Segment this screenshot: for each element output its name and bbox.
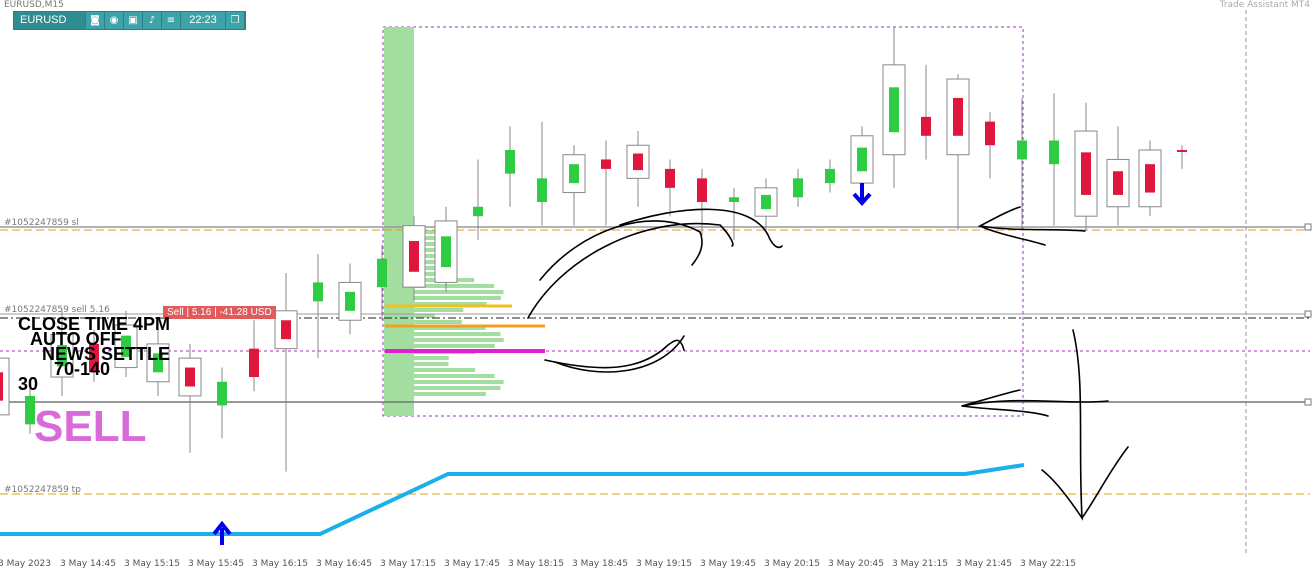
time-tick: 3 May 16:45: [316, 559, 372, 569]
candle-inner: [185, 367, 195, 387]
candle-body: [985, 121, 995, 146]
time-tick: 3 May 19:15: [636, 559, 692, 569]
candlesticks: [0, 27, 1187, 472]
sl-handle[interactable]: [1304, 223, 1312, 231]
volume-bar: [414, 380, 504, 384]
volume-profile-block: [384, 27, 414, 416]
volume-bar: [414, 308, 464, 312]
candle-body: [729, 197, 739, 203]
volume-bar: [414, 356, 449, 360]
candle-body: [249, 348, 259, 378]
time-tick: 3 May 20:15: [764, 559, 820, 569]
candle-body: [473, 206, 483, 217]
volume-bar: [414, 392, 486, 396]
entry-handle[interactable]: [1304, 310, 1312, 318]
candle-body: [601, 159, 611, 169]
candle-body: [1017, 140, 1027, 160]
chart-title: EURUSD,M15: [4, 0, 64, 10]
time-tick: 3 May 15:15: [124, 559, 180, 569]
time-tick: 3 May 21:45: [956, 559, 1012, 569]
time-tick: 3 May 18:45: [572, 559, 628, 569]
candle-inner: [345, 291, 355, 311]
note-range: 70-140: [54, 359, 111, 379]
sell-arrow-icon: [852, 183, 872, 207]
candle-inner: [569, 164, 579, 184]
sell-text: SELL: [34, 402, 147, 451]
order-badge[interactable]: Sell | 5.16 | -41.28 USD: [163, 306, 276, 319]
time-tick: 3 May 21:15: [892, 559, 948, 569]
blue-trend-line: [0, 463, 1025, 536]
candle-body: [313, 282, 323, 302]
candle-inner: [1145, 164, 1155, 193]
session-box[interactable]: [382, 26, 1024, 417]
candle-body: [1049, 140, 1059, 165]
camera-icon[interactable]: ◙: [86, 12, 105, 29]
volume-bar: [414, 332, 501, 336]
symbol-button[interactable]: EURUSD: [14, 12, 86, 29]
candle-inner: [1081, 152, 1091, 195]
volume-bar: [414, 362, 449, 366]
candle-body: [505, 149, 515, 174]
candle-body: [537, 178, 547, 203]
trade-assistant-label[interactable]: Trade Assistant MT4: [1220, 0, 1310, 10]
time-tick: 3 May 19:45: [700, 559, 756, 569]
candle-inner: [633, 153, 643, 171]
candle-inner: [0, 372, 3, 401]
time-tick: 3 May 14:45: [60, 559, 116, 569]
volume-bar: [414, 284, 495, 288]
menu-icon[interactable]: ≡: [162, 12, 181, 29]
candle-body: [825, 168, 835, 184]
candle-inner: [441, 236, 451, 268]
candle-body: [697, 178, 707, 203]
window-icon[interactable]: ❐: [226, 12, 245, 29]
candle-inner: [1113, 171, 1123, 195]
note-thirty: 30: [18, 374, 39, 394]
volume-profile: [414, 230, 504, 396]
eye-icon[interactable]: ◉: [105, 12, 124, 29]
candle-inner: [281, 320, 291, 340]
volume-bar: [414, 386, 501, 390]
candle-body: [921, 116, 931, 136]
time-tick: 3 May 15:45: [188, 559, 244, 569]
candle-inner: [857, 147, 867, 172]
time-tick: 3 May 18:15: [508, 559, 564, 569]
volume-bar: [414, 296, 501, 300]
volume-bar: [414, 290, 504, 294]
support-handle[interactable]: [1304, 398, 1312, 406]
time-tick: 3 May 16:15: [252, 559, 308, 569]
time-axis: 3 May 2023 3 May 14:45 3 May 15:15 3 May 15…: [0, 559, 1316, 571]
candle-body: [1177, 149, 1187, 152]
candle-inner: [761, 194, 771, 210]
time-tick: 3 May 20:45: [828, 559, 884, 569]
tp-label: #1052247859 tp: [4, 485, 81, 495]
volume-bar: [414, 314, 435, 318]
time-display: 22:23: [181, 12, 226, 29]
candle-inner: [953, 97, 963, 136]
price-chart[interactable]: [0, 0, 1316, 571]
volume-bar: [414, 338, 504, 342]
hand-drawn-annotations: [527, 206, 1129, 521]
sl-label: #1052247859 sl: [4, 218, 79, 228]
candle-inner: [409, 241, 419, 272]
candle-body: [377, 258, 387, 288]
candle-inner: [889, 87, 899, 133]
time-tick: 3 May 2023: [0, 559, 51, 569]
time-tick: 3 May 22:15: [1020, 559, 1076, 569]
candle-body: [665, 168, 675, 188]
candle-body: [217, 381, 227, 406]
time-tick: 3 May 17:45: [444, 559, 500, 569]
volume-bar: [414, 344, 495, 348]
volume-bar: [414, 368, 476, 372]
bell-icon[interactable]: ♪: [143, 12, 162, 29]
volume-bar: [414, 320, 462, 324]
trade-toolbar: EURUSD ◙ ◉ ▣ ♪ ≡ 22:23 ❐: [13, 11, 246, 30]
calendar-icon[interactable]: ▣: [124, 12, 143, 29]
candle-body: [793, 178, 803, 198]
volume-bar: [414, 374, 495, 378]
time-tick: 3 May 17:15: [380, 559, 436, 569]
